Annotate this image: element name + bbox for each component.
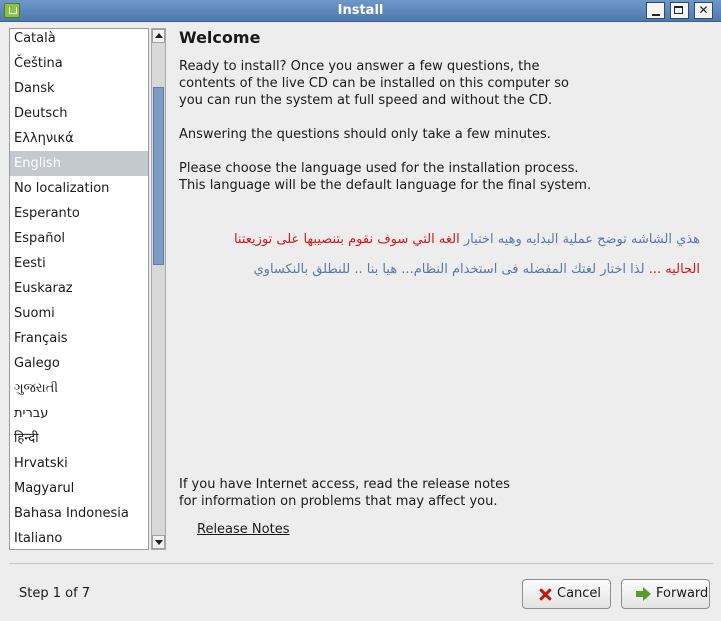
language-list-scrollbar[interactable]	[151, 28, 166, 550]
language-item[interactable]: Français	[10, 326, 148, 351]
language-item[interactable]: Dansk	[10, 76, 148, 101]
arabic-note-red-2: الحاليه ...	[648, 262, 700, 277]
language-list[interactable]: Català Čeština Dansk Deutsch Ελληνικά English…	[9, 28, 149, 550]
intro-text: Ready to install? Once you answer a few …	[179, 59, 569, 108]
language-item[interactable]: Čeština	[10, 51, 148, 76]
cancel-x-icon	[537, 587, 553, 601]
language-item[interactable]: Español	[10, 226, 148, 251]
language-item[interactable]: Eesti	[10, 251, 148, 276]
scroll-down-arrow-icon[interactable]	[152, 535, 165, 549]
scrollbar-thumb[interactable]	[153, 87, 164, 265]
language-item[interactable]: Català	[10, 29, 148, 51]
language-item[interactable]: हिन्दी	[10, 426, 148, 451]
page-title: Welcome	[179, 28, 261, 47]
arabic-note-line-1: هذي الشاشه توضح عملية البدايه وهيه اختيا…	[179, 232, 700, 247]
release-notes-link[interactable]: Release Notes	[197, 522, 289, 537]
language-item[interactable]: Galego	[10, 351, 148, 376]
scroll-up-arrow-icon[interactable]	[152, 29, 165, 43]
arabic-note-line-2: الحاليه ... لذا اختار لغتك المفضله فى اس…	[179, 262, 700, 277]
language-item[interactable]: Hrvatski	[10, 451, 148, 476]
minimize-button[interactable]	[646, 2, 665, 19]
language-item[interactable]: עברית	[10, 401, 148, 426]
language-item[interactable]: Italiano	[10, 526, 148, 549]
close-icon: ✕	[698, 3, 709, 17]
language-item[interactable]: Suomi	[10, 301, 148, 326]
language-item[interactable]: Bahasa Indonesia	[10, 501, 148, 526]
maximize-button[interactable]	[670, 2, 689, 19]
language-item[interactable]: ગુજરાતી	[10, 376, 148, 401]
arabic-note-red-1: الغه التي سوف نقوم بتنصيبها على توزيعتنا	[233, 232, 460, 247]
window-title: Install	[337, 3, 384, 18]
cancel-button-label: Cancel	[557, 586, 602, 601]
maximize-icon	[674, 6, 683, 14]
language-item[interactable]: Magyarul	[10, 476, 148, 501]
language-item[interactable]: No localization	[10, 176, 148, 201]
cancel-button[interactable]: Cancel	[522, 579, 611, 609]
language-item[interactable]: Esperanto	[10, 201, 148, 226]
release-notes-text: If you have Internet access, read the re…	[179, 477, 510, 509]
arabic-note-blue-1: هذي الشاشه توضح عملية البدايه وهيه اختيا…	[463, 232, 700, 247]
arabic-note-blue-2: لذا اختار لغتك المفضله فى استخدام النظام…	[253, 262, 645, 277]
minimize-icon	[652, 14, 660, 16]
language-item[interactable]: English	[10, 151, 148, 176]
footer-divider	[9, 563, 713, 564]
forward-button-label: Forward	[656, 586, 709, 601]
language-item[interactable]: Ελληνικά	[10, 126, 148, 151]
close-button[interactable]: ✕	[694, 2, 713, 19]
language-item[interactable]: Euskaraz	[10, 276, 148, 301]
language-choice-text: Please choose the language used for the …	[179, 161, 592, 193]
forward-button[interactable]: Forward	[621, 579, 710, 609]
title-bar[interactable]: Install ✕	[0, 0, 721, 22]
forward-arrow-icon	[636, 587, 652, 601]
step-indicator: Step 1 of 7	[19, 586, 91, 601]
language-item[interactable]: Deutsch	[10, 101, 148, 126]
duration-text: Answering the questions should only take…	[179, 127, 551, 142]
